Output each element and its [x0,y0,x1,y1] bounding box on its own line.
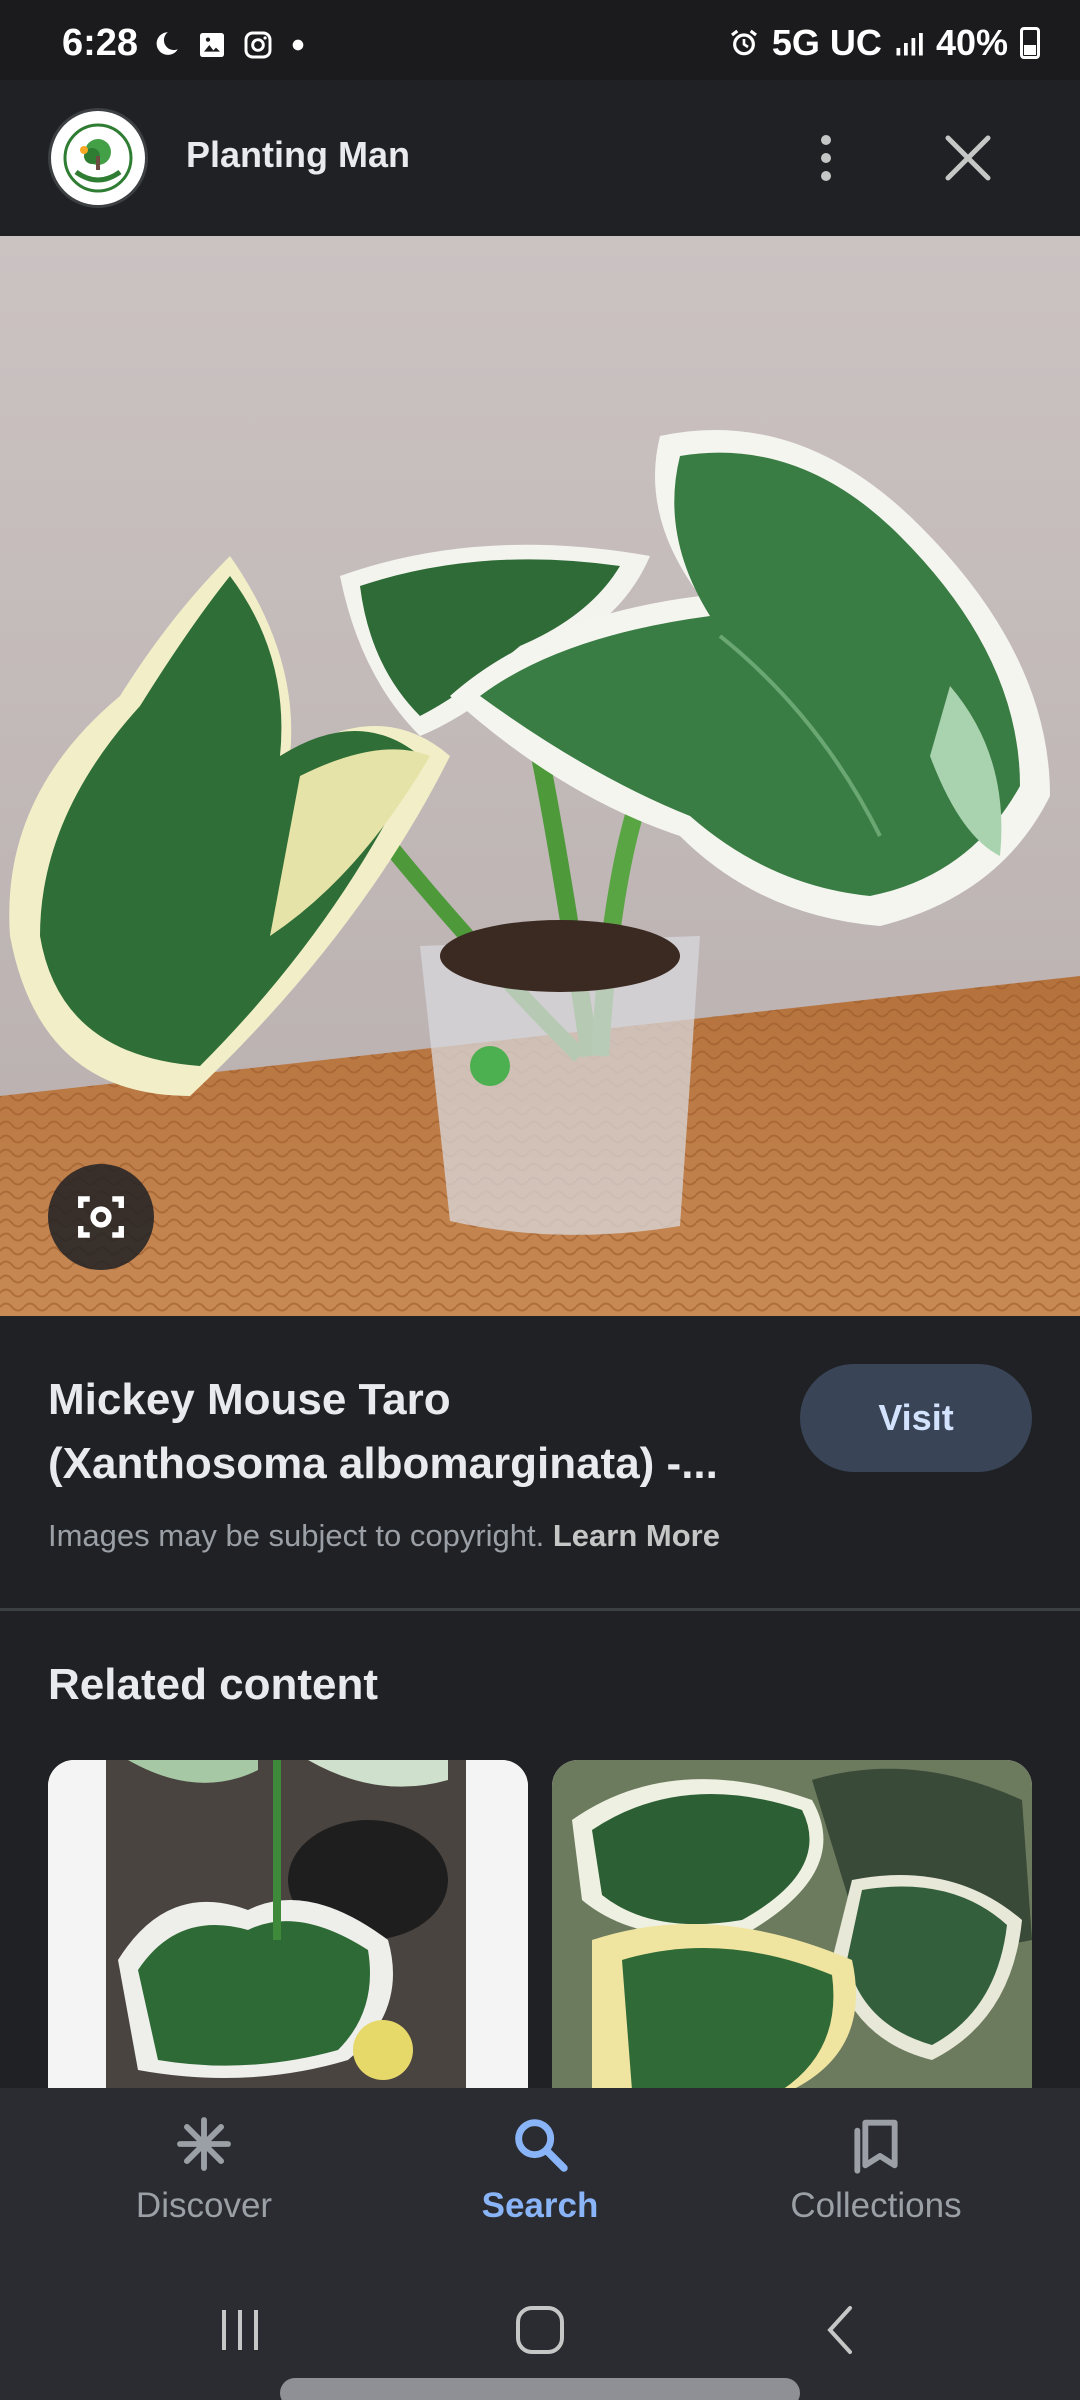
related-thumbnail-image [48,1760,528,2090]
copyright-notice: Images may be subject to copyright. Lear… [48,1518,720,1554]
asterisk-icon [177,2117,231,2171]
home-icon[interactable] [510,2300,570,2360]
instagram-icon [244,31,272,59]
nav-collections[interactable]: Collections [746,2112,1006,2252]
dot-icon [292,39,304,51]
alarm-icon [730,29,757,56]
collections-icon [854,2119,898,2174]
recent-apps-icon[interactable] [210,2300,270,2360]
result-title-line2: (Xanthosoma albomarginata) -... [48,1439,718,1488]
lens-button[interactable] [48,1164,154,1270]
more-dot [821,135,831,145]
battery-percent: 40% [935,22,1008,63]
image-icon [200,33,224,57]
lens-icon [78,1196,124,1238]
close-button[interactable] [938,124,998,192]
related-thumbnail[interactable] [48,1760,528,2090]
status-time: 6:28 [62,22,139,64]
more-options-button[interactable] [796,120,856,196]
result-title[interactable]: Mickey Mouse Taro (Xanthosoma albomargin… [48,1368,768,1496]
nav-discover-label: Discover [135,2186,273,2225]
close-icon [945,135,991,181]
result-info: Mickey Mouse Taro (Xanthosoma albomargin… [0,1316,1080,1610]
more-dot [821,171,831,181]
tree-logo-icon [63,123,133,193]
plant-photo [0,236,1080,1316]
nav-collections-label: Collections [790,2186,962,2225]
bottom-navigation: Discover Search Collections [0,2088,1080,2270]
back-icon[interactable] [812,2300,872,2360]
divider [0,1608,1080,1611]
learn-more-link[interactable]: Learn More [553,1518,720,1553]
visit-button[interactable]: Visit [800,1364,1032,1472]
result-title-line1: Mickey Mouse Taro [48,1375,451,1424]
site-logo[interactable] [48,108,148,208]
copyright-text: Images may be subject to copyright. [48,1518,545,1553]
nav-discover[interactable]: Discover [74,2112,334,2252]
gesture-handle[interactable] [280,2378,800,2400]
related-thumbnail-image [552,1760,1032,2090]
nav-search[interactable]: Search [410,2112,670,2252]
site-name[interactable]: Planting Man [186,134,410,176]
notification-icons [148,28,308,62]
battery-icon [1020,27,1040,59]
system-navigation [0,2270,1080,2400]
signal-icon [896,33,923,56]
viewer-header: Planting Man [0,80,1080,236]
network-label: 5G UC [771,22,882,63]
nav-search-label: Search [481,2186,599,2225]
main-image[interactable] [0,236,1080,1316]
related-heading: Related content [48,1660,379,1709]
moon-icon [156,32,178,55]
search-icon [515,2119,568,2172]
status-bar: 6:28 5G UC 40% [0,0,1080,80]
more-dot [821,153,831,163]
status-right: 5G UC 40% [728,22,1040,64]
related-thumbnail[interactable] [552,1760,1032,2090]
